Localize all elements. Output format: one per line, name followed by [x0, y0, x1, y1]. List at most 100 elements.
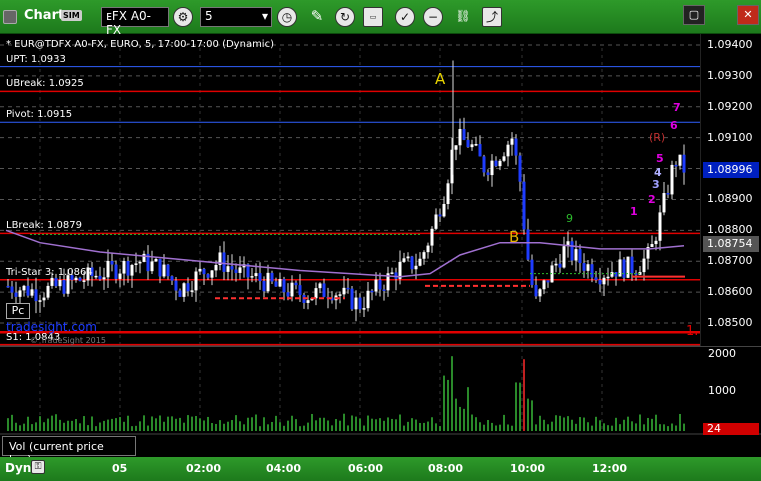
price-tick: 1.09200 — [707, 99, 753, 113]
volume-bar — [335, 419, 337, 431]
candle-body — [458, 129, 462, 146]
candle-body — [38, 300, 42, 302]
volume-bar — [379, 418, 381, 431]
volume-bar — [615, 417, 617, 431]
candle-body — [22, 285, 26, 291]
candle-body — [142, 253, 146, 262]
volume-bar — [51, 415, 53, 431]
candle-body — [542, 280, 546, 290]
volume-bar — [211, 423, 213, 431]
candle-body — [530, 259, 534, 285]
price-tick: 1.08700 — [707, 254, 753, 268]
pc-button[interactable]: Pc — [6, 303, 30, 319]
volume-bar — [627, 416, 629, 431]
candle-body — [590, 264, 594, 278]
candle-body — [102, 277, 106, 280]
candle-body — [470, 144, 474, 148]
price-axis: 1.094001.093001.092001.091001.090001.089… — [700, 34, 761, 346]
marker-a: A — [435, 70, 446, 88]
volume-bar — [195, 415, 197, 431]
price-chart[interactable] — [0, 0, 761, 481]
volume-bar — [251, 417, 253, 431]
candle-body — [98, 275, 102, 280]
candle-body — [414, 265, 418, 270]
candle-body — [34, 289, 38, 302]
volume-bar — [587, 422, 589, 431]
volume-bar — [15, 422, 17, 431]
volume-bar — [111, 418, 113, 431]
candle-body — [78, 277, 82, 281]
volume-current-box: 24 — [703, 423, 759, 435]
volume-bar — [655, 414, 657, 431]
candle-body — [354, 297, 358, 310]
candle-body — [478, 144, 482, 157]
candle-body — [378, 279, 382, 290]
candle-body — [190, 290, 194, 292]
candle-body — [270, 272, 274, 282]
volume-bar — [167, 416, 169, 431]
candle-body — [486, 172, 490, 176]
volume-bar — [483, 424, 485, 431]
candle-body — [114, 264, 118, 279]
volume-bar — [679, 413, 681, 431]
volume-bar — [351, 415, 353, 431]
volume-bar — [667, 426, 669, 431]
volume-bar — [355, 416, 357, 431]
volume-bar — [391, 418, 393, 431]
volume-tab[interactable]: Vol (current price bar) — [2, 436, 136, 466]
volume-bar — [639, 414, 641, 431]
candle-body — [26, 285, 30, 296]
candle-body — [526, 229, 530, 260]
candle-body — [490, 160, 494, 176]
volume-bar — [579, 417, 581, 431]
candle-body — [338, 294, 342, 296]
candle-body — [258, 273, 262, 281]
candle-body — [18, 290, 22, 297]
volume-bar — [347, 425, 349, 431]
volume-bar — [671, 423, 673, 431]
volume-bar — [235, 415, 237, 431]
volume-bar — [307, 422, 309, 431]
volume-bar — [575, 423, 577, 431]
volume-bar — [331, 425, 333, 431]
volume-bar — [403, 425, 405, 431]
candle-body — [106, 260, 110, 278]
volume-bar — [415, 419, 417, 431]
count-label: 1 — [630, 205, 638, 218]
volume-bar — [259, 426, 261, 431]
volume-tick-1000: 1000 — [708, 384, 736, 397]
volume-bar — [419, 422, 421, 431]
setup-count: 9 — [566, 212, 573, 225]
candle-body — [42, 297, 46, 301]
volume-bar — [475, 417, 477, 431]
candle-body — [306, 300, 310, 303]
candle-body — [62, 280, 66, 294]
volume-bar — [567, 416, 569, 431]
volume-bar — [487, 419, 489, 431]
candle-body — [234, 269, 238, 273]
volume-bar — [223, 423, 225, 431]
candle-body — [58, 280, 62, 287]
volume-bar — [315, 420, 317, 431]
volume-bar — [231, 420, 233, 431]
volume-bar — [563, 417, 565, 431]
count-label: 6 — [670, 119, 678, 132]
candle-body — [298, 285, 302, 295]
volume-bar — [507, 424, 509, 431]
candle-body — [14, 292, 18, 297]
level-label: Pivot: 1.0915 — [6, 109, 73, 121]
volume-bar — [559, 415, 561, 431]
volume-bar — [363, 425, 365, 431]
vwap-price-box: 1.08754 — [703, 236, 759, 252]
lock-icon[interactable]: ⚿ — [31, 460, 45, 474]
volume-bar — [399, 414, 401, 431]
volume-bar — [163, 421, 165, 431]
volume-bar — [75, 419, 77, 431]
candle-body — [230, 266, 234, 270]
volume-bar — [595, 416, 597, 431]
candle-body — [602, 277, 606, 285]
volume-bar — [219, 420, 221, 431]
volume-bar — [499, 424, 501, 431]
candle-body — [382, 289, 386, 291]
right-edge-label: 1. — [686, 324, 699, 339]
